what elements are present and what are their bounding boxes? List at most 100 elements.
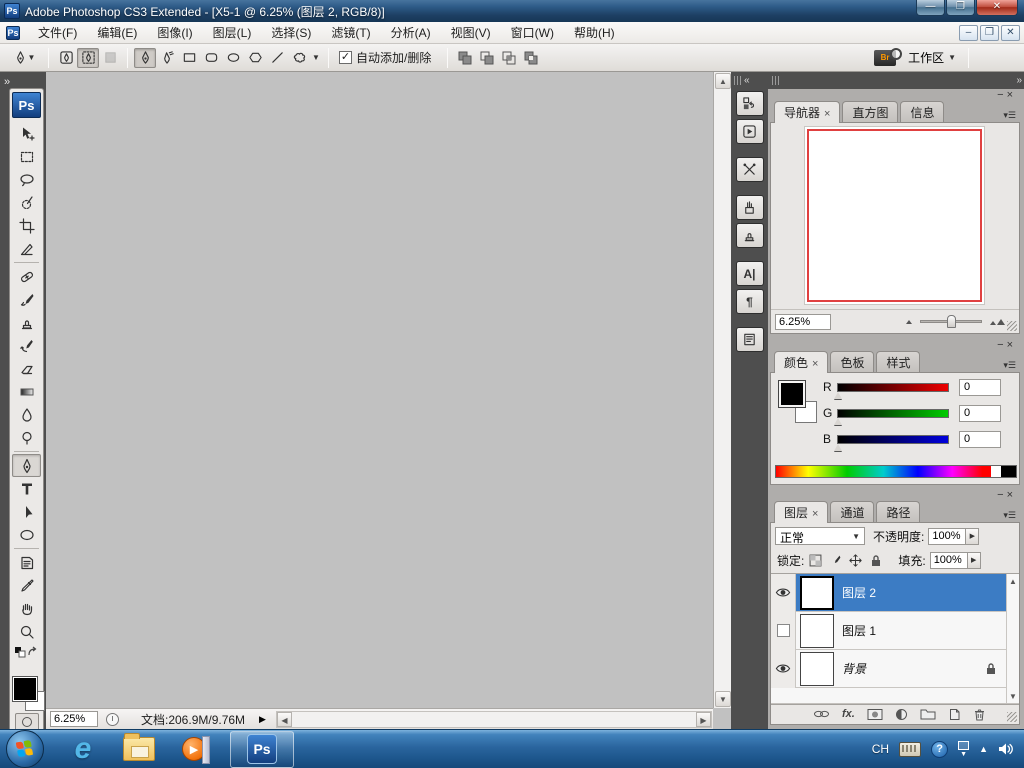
layer-thumbnail[interactable] — [800, 614, 834, 648]
help-tray-icon[interactable]: ? — [931, 741, 948, 758]
polygon-tool-button[interactable] — [244, 48, 266, 68]
tab-color[interactable]: 颜色× — [774, 351, 828, 373]
clone-stamp-tool[interactable] — [12, 311, 41, 334]
shape-options-chevron[interactable]: ▼ — [310, 48, 322, 68]
panel-menu-icon[interactable]: ▾☰ — [1003, 110, 1016, 121]
scroll-left-arrow[interactable]: ◀ — [277, 712, 292, 727]
blue-value-field[interactable]: 0 — [959, 431, 1001, 448]
scroll-right-arrow[interactable]: ▶ — [696, 712, 711, 727]
rectangular-marquee-tool[interactable] — [12, 145, 41, 168]
resize-grip[interactable] — [1007, 321, 1017, 331]
eyedropper-tool[interactable] — [12, 574, 41, 597]
green-value-field[interactable]: 0 — [959, 405, 1001, 422]
tab-close-icon[interactable]: × — [812, 358, 818, 370]
tab-styles[interactable]: 样式 — [876, 351, 920, 373]
menu-help[interactable]: 帮助(H) — [564, 22, 625, 44]
foreground-color-swatch[interactable] — [779, 381, 805, 407]
zoom-level-field[interactable]: 6.25% — [50, 711, 98, 727]
actions-panel-button[interactable] — [736, 119, 764, 144]
add-layer-mask-button[interactable] — [867, 708, 883, 721]
add-to-path-area-button[interactable] — [454, 48, 476, 68]
move-tool[interactable] — [12, 122, 41, 145]
collapse-chevrons-icon[interactable]: » — [0, 72, 46, 88]
layer-name[interactable]: 图层 1 — [842, 622, 876, 639]
link-layers-button[interactable] — [813, 708, 830, 720]
quick-selection-tool[interactable] — [12, 191, 41, 214]
notes-tool[interactable] — [12, 551, 41, 574]
blur-tool[interactable] — [12, 403, 41, 426]
tab-navigator[interactable]: 导航器× — [774, 101, 840, 123]
panel-minimize-icon[interactable]: − — [997, 339, 1006, 351]
spectrum-black[interactable] — [1001, 466, 1016, 477]
rounded-rectangle-tool-button[interactable] — [200, 48, 222, 68]
layers-scrollbar[interactable]: ▲ ▼ — [1006, 574, 1019, 704]
zoom-in-icon[interactable] — [990, 319, 1005, 325]
tray-window-icon[interactable]: ▼ — [958, 741, 969, 758]
slider-thumb[interactable] — [834, 418, 842, 425]
red-value-field[interactable]: 0 — [959, 379, 1001, 396]
fill-field[interactable]: 100% — [930, 552, 968, 569]
intersect-path-areas-button[interactable] — [498, 48, 520, 68]
subtract-from-path-area-button[interactable] — [476, 48, 498, 68]
blue-slider[interactable] — [837, 435, 949, 444]
navigator-zoom-field[interactable]: 6.25% — [775, 314, 831, 330]
dock-grip[interactable] — [734, 76, 741, 85]
slider-thumb[interactable] — [834, 392, 842, 399]
tool-preset-picker[interactable]: ▼ — [6, 48, 42, 68]
visibility-toggle[interactable] — [771, 574, 796, 612]
lock-pixels-button[interactable] — [827, 553, 844, 568]
history-brush-tool[interactable] — [12, 334, 41, 357]
keyboard-icon[interactable] — [899, 742, 921, 757]
volume-icon[interactable] — [998, 742, 1014, 756]
layer-row-1[interactable]: 图层 1 — [771, 612, 1007, 650]
scroll-down-arrow[interactable]: ▼ — [715, 691, 731, 707]
paragraph-panel-button[interactable]: ¶ — [736, 289, 764, 314]
taskbar-media-player[interactable]: ▶ — [178, 732, 212, 766]
shape-layers-mode-button[interactable] — [55, 48, 77, 68]
zoom-tool[interactable] — [12, 620, 41, 643]
scroll-up-arrow[interactable]: ▲ — [715, 73, 731, 89]
tab-channels[interactable]: 通道 — [830, 501, 874, 523]
menu-view[interactable]: 视图(V) — [441, 22, 501, 44]
swap-colors-icon[interactable] — [12, 645, 41, 659]
path-selection-tool[interactable] — [12, 500, 41, 523]
horizontal-scrollbar[interactable]: ◀ ▶ — [276, 711, 712, 728]
maximize-button[interactable]: ❐ — [946, 0, 975, 16]
slider-thumb[interactable] — [947, 315, 956, 328]
layer-thumbnail[interactable] — [800, 576, 834, 610]
green-slider[interactable] — [837, 409, 949, 418]
dodge-tool[interactable] — [12, 426, 41, 449]
menu-filter[interactable]: 滤镜(T) — [321, 22, 380, 44]
menu-layer[interactable]: 图层(L) — [203, 22, 262, 44]
lock-all-button[interactable] — [867, 553, 884, 568]
panel-close-icon[interactable]: × — [1007, 339, 1016, 351]
paths-mode-button[interactable] — [77, 48, 99, 68]
spectrum-gradient[interactable] — [776, 466, 991, 477]
character-panel-button[interactable]: A| — [736, 261, 764, 286]
panel-minimize-icon[interactable]: − — [997, 89, 1006, 101]
tool-presets-panel-button[interactable] — [736, 157, 764, 182]
scroll-down-arrow[interactable]: ▼ — [1009, 692, 1017, 701]
freeform-pen-tool-button[interactable] — [156, 48, 178, 68]
line-tool-button[interactable] — [266, 48, 288, 68]
brush-tool[interactable] — [12, 288, 41, 311]
slice-tool[interactable] — [12, 237, 41, 260]
panel-menu-icon[interactable]: ▾☰ — [1003, 510, 1016, 521]
panel-minimize-icon[interactable]: − — [997, 489, 1006, 501]
tab-close-icon[interactable]: × — [824, 108, 830, 120]
layer-row-background[interactable]: 背景 — [771, 650, 1007, 688]
spectrum-white[interactable] — [991, 466, 1001, 477]
delete-layer-button[interactable] — [973, 708, 986, 721]
clone-source-panel-button[interactable] — [736, 223, 764, 248]
layer-row-2[interactable]: 图层 2 — [771, 574, 1007, 612]
opacity-field[interactable]: 100% — [928, 528, 966, 545]
dock-grip[interactable] — [772, 76, 779, 85]
status-menu-arrow[interactable]: ▶ — [259, 714, 266, 725]
red-slider[interactable] — [837, 383, 949, 392]
tray-expand-arrow[interactable]: ▲ — [979, 744, 988, 754]
doc-close-button[interactable]: ✕ — [1001, 25, 1020, 41]
ellipse-tool-button[interactable] — [222, 48, 244, 68]
fill-pixels-mode-button[interactable] — [99, 48, 121, 68]
menu-analysis[interactable]: 分析(A) — [381, 22, 441, 44]
scroll-up-arrow[interactable]: ▲ — [1009, 577, 1017, 586]
